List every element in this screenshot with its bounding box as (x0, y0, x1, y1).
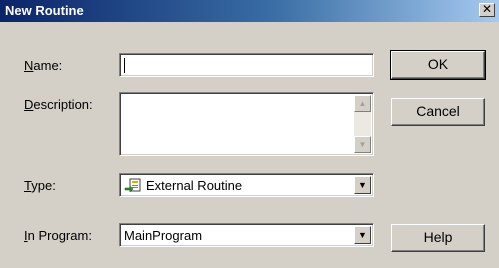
program-label-text: n Program: (27, 228, 92, 243)
chevron-down-icon: ▼ (358, 180, 367, 190)
program-select[interactable]: MainProgram ▼ (119, 223, 374, 247)
ok-button[interactable]: OK (390, 50, 486, 80)
name-label: Name: (24, 58, 63, 73)
close-icon: ✕ (481, 2, 493, 16)
scroll-up-icon: ▲ (358, 99, 367, 108)
new-routine-dialog: New Routine ✕ Name: Description: ▲ ▼ Typ… (0, 0, 499, 268)
type-value: External Routine (146, 178, 243, 193)
scroll-down-icon: ▼ (358, 140, 367, 149)
program-label: In Program: (24, 228, 92, 243)
scroll-up-button[interactable]: ▲ (354, 95, 371, 112)
type-select[interactable]: External Routine ▼ (119, 173, 374, 197)
help-button[interactable]: Help (391, 224, 485, 252)
description-textarea[interactable]: ▲ ▼ (119, 92, 374, 156)
external-routine-icon (124, 178, 141, 193)
close-button[interactable]: ✕ (479, 3, 495, 17)
title-bar[interactable]: New Routine ✕ (0, 0, 499, 22)
description-label-text: escription: (33, 97, 93, 112)
program-dropdown-button[interactable]: ▼ (354, 226, 371, 244)
type-label-text: ype: (31, 178, 56, 193)
text-caret (124, 58, 125, 73)
description-label: Description: (24, 97, 93, 112)
description-scrollbar[interactable]: ▲ ▼ (354, 95, 371, 153)
chevron-down-icon: ▼ (358, 230, 367, 240)
type-dropdown-button[interactable]: ▼ (354, 176, 371, 194)
program-value: MainProgram (124, 228, 203, 243)
name-label-text: ame: (33, 58, 63, 73)
cancel-button[interactable]: Cancel (391, 98, 485, 126)
name-input[interactable] (119, 53, 374, 77)
type-label: Type: (24, 178, 56, 193)
scroll-down-button[interactable]: ▼ (354, 136, 371, 153)
dialog-title: New Routine (5, 3, 84, 18)
